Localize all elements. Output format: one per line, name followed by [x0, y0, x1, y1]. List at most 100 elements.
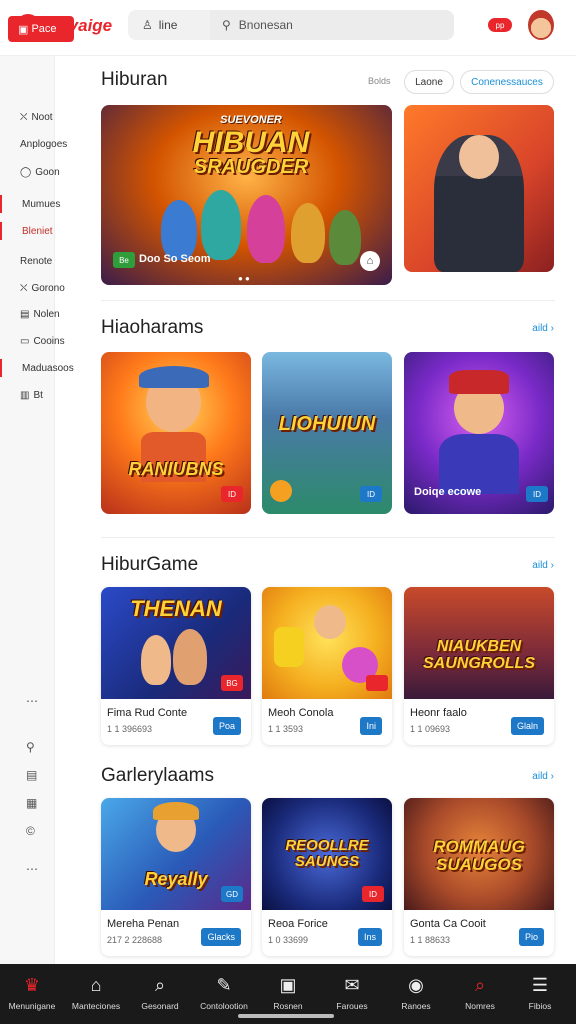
card-art-title: Reyally — [144, 869, 208, 889]
game-tile-1[interactable]: RANIUBNS ID — [101, 352, 251, 514]
card-name: Reoa Forice — [268, 918, 328, 930]
card-icon: ▭ — [20, 335, 30, 347]
card-play-button[interactable]: Glaln — [510, 717, 544, 735]
nav-item-7[interactable]: ◉ Ranoes — [384, 964, 448, 1024]
home-icon: ⌂ — [90, 975, 102, 995]
nav-item-3[interactable]: ⌕ Gesonard — [128, 964, 192, 1024]
notification-badge[interactable]: pp — [488, 18, 512, 32]
user-selector[interactable]: ♙ line — [128, 10, 210, 40]
card-meta: 1 1 88633 — [410, 935, 451, 945]
card-play-button[interactable]: Ins — [357, 928, 382, 946]
nav-item-1[interactable]: ♛ Menunigane — [0, 964, 64, 1024]
game-card-5[interactable]: REOOLLRE SAUNGS ID Reoa Forice 1 0 33699… — [262, 798, 392, 956]
app-header: ◉ Noyaige ♙ line ⚲ Bnonesan pp — [0, 0, 576, 56]
tile-badge: ID — [221, 486, 243, 502]
sidebar-item-5[interactable]: Bleniet — [0, 222, 80, 240]
filter-pill[interactable]: Laone — [404, 70, 454, 94]
filter-pill-primary[interactable]: Conenessauces — [460, 70, 554, 94]
game-card-2[interactable]: Meoh Conola 1 1 3593 Ini — [262, 587, 392, 745]
user-label: line — [158, 18, 178, 32]
more-icon[interactable]: ⋯ — [26, 694, 38, 708]
mail-icon: ✉ — [344, 975, 360, 995]
avatar[interactable] — [528, 10, 554, 40]
person-icon: ⛌ — [20, 111, 28, 123]
character-face — [459, 135, 499, 179]
card-play-button[interactable]: Pio — [518, 928, 544, 946]
see-more-link[interactable]: aild › — [532, 560, 554, 571]
hero-caption: Doo So Seom — [139, 253, 211, 265]
tile-badge: ID — [360, 486, 382, 502]
play-icon[interactable]: ⌂ — [360, 251, 380, 271]
user-icon: ♙ — [142, 18, 153, 32]
hero-badge: Be — [113, 252, 135, 268]
card-name: Fima Rud Conte — [107, 707, 188, 719]
list-icon: ▤ — [20, 308, 30, 320]
hero-side-tile[interactable] — [404, 105, 554, 272]
game-card-4[interactable]: Reyally GD Mereha Penan 217 2 228688 Gla… — [101, 798, 251, 956]
hero-title-sub: SRAUGDER — [193, 156, 309, 178]
sidebar-item-1[interactable]: ⛌ Noot — [0, 108, 80, 126]
tile-badge: ID — [526, 486, 548, 502]
sidebar-item-7[interactable]: ⛌ Gorono — [0, 279, 80, 297]
radio-icon: ◉ — [408, 975, 424, 995]
search-icon: ⌕ — [474, 975, 486, 995]
section-title-hiburan: Hiburan — [101, 69, 168, 90]
sidebar-item-10[interactable]: Maduasoos — [0, 359, 80, 377]
edit-icon: ✎ — [216, 975, 232, 995]
search-icon: ⚲ — [222, 18, 231, 32]
more-icon[interactable]: ⋯ — [26, 862, 38, 876]
game-card-3[interactable]: NIAUKBEN SAUNGROLLS Heonr faalo 1 1 0969… — [404, 587, 554, 745]
card-play-button[interactable]: Glacks — [201, 928, 241, 946]
hero-title-main: HIBUAN — [192, 126, 310, 159]
card-badge: ID — [362, 886, 384, 902]
sidebar-item-4[interactable]: Mumues — [0, 195, 80, 213]
sidebar-item-active[interactable]: ▣ Pace — [8, 16, 74, 42]
crown-icon: ♛ — [23, 975, 41, 995]
nav-item-9[interactable]: ☰ Fibios — [508, 964, 572, 1024]
game-card-6[interactable]: ROMMAUG SUAUGOS Gonta Ca Cooit 1 1 88633… — [404, 798, 554, 956]
card-play-button[interactable]: Ini — [360, 717, 382, 735]
sidebar-item-11[interactable]: ▥ Bt — [0, 386, 80, 404]
card-art-title: REOOLLRE SAUNGS — [285, 837, 369, 870]
chevron-right-icon: › — [550, 323, 554, 334]
sidebar-item-9[interactable]: ▭ Cooins — [0, 332, 80, 350]
tile-title: Doiqe ecowe — [414, 486, 482, 498]
card-play-button[interactable]: Poa — [212, 717, 241, 735]
card-meta: 1 1 396693 — [107, 724, 153, 734]
search-icon: ⌕ — [154, 975, 166, 995]
grid-icon: ▥ — [20, 389, 30, 401]
see-more-link[interactable]: aild › — [532, 323, 554, 334]
game-tile-3[interactable]: Doiqe ecowe ID — [404, 352, 554, 514]
section-title-hiburgame: HiburGame — [101, 554, 199, 575]
filter-icon[interactable]: ⚲ — [26, 740, 35, 754]
sidebar-item-8[interactable]: ▤ Nolen — [0, 305, 80, 323]
sidebar-item-3[interactable]: ◯ Goon — [0, 163, 80, 181]
card-name: Heonr faalo — [410, 707, 467, 719]
section-small-label: Bolds — [368, 76, 391, 86]
circle-icon: ◯ — [20, 166, 32, 178]
list-icon[interactable]: ▤ — [26, 768, 37, 782]
game-tile-2[interactable]: LIOHUIUN ID — [262, 352, 392, 514]
sidebar-item-6[interactable]: Renote — [0, 252, 80, 270]
card-art-title: THENAN — [130, 596, 222, 621]
card-meta: 1 1 09693 — [410, 724, 451, 734]
search-input[interactable]: ⚲ Bnonesan — [210, 10, 454, 40]
home-icon: ▣ — [18, 23, 32, 36]
nav-item-2[interactable]: ⌂ Manteciones — [64, 964, 128, 1024]
card-name: Meoh Conola — [268, 707, 334, 719]
card-art-title: ROMMAUG SUAUGOS — [433, 837, 525, 874]
sidebar-item-2[interactable]: Anplogoes — [0, 135, 80, 153]
card-meta: 217 2 228688 — [107, 935, 163, 945]
game-card-1[interactable]: THENAN BG Fima Rud Conte 1 1 396693 Poa — [101, 587, 251, 745]
calendar-icon[interactable]: ▦ — [26, 796, 37, 810]
menu-icon: ☰ — [531, 975, 549, 995]
nav-item-8[interactable]: ⌕ Nomres — [448, 964, 512, 1024]
carousel-dots[interactable]: ● ● — [238, 274, 250, 283]
see-more-link[interactable]: aild › — [532, 771, 554, 782]
hero-banner[interactable]: SUEVONER HIBUAN SRAUGDER Be Doo So Seom … — [101, 105, 392, 285]
chevron-right-icon: › — [550, 771, 554, 782]
copyright-icon[interactable]: © — [26, 824, 35, 838]
home-indicator[interactable] — [238, 1014, 334, 1018]
book-icon: ▣ — [279, 975, 297, 995]
hero-title-top: SUEVONER — [220, 114, 282, 126]
